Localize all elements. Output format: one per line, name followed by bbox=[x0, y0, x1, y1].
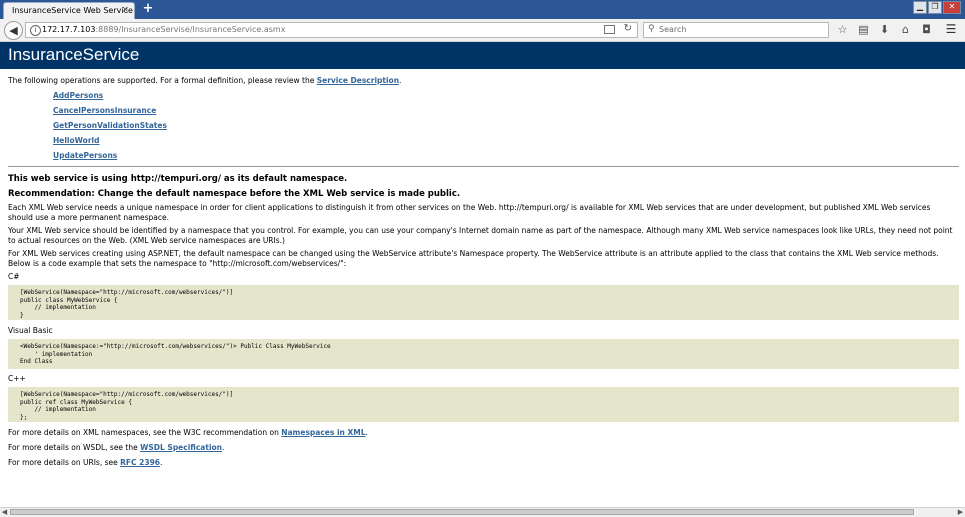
vb-code-block: <WebService(Namespace:="http://microsoft… bbox=[8, 339, 959, 369]
home-icon[interactable]: ⌂ bbox=[898, 22, 913, 37]
url-text: 172.17.7.103:8889/InsuranceServise/Insur… bbox=[42, 25, 285, 34]
operation-link-addpersons[interactable]: AddPersons bbox=[53, 91, 167, 106]
csharp-label: C# bbox=[8, 272, 20, 281]
close-tab-icon[interactable]: × bbox=[121, 5, 129, 15]
more-xml-prefix: For more details on XML namespaces, see … bbox=[8, 428, 282, 437]
more-uri-text: For more details on URIs, see RFC 2396. bbox=[8, 458, 162, 468]
tab-title: InsuranceService Web Service bbox=[12, 6, 133, 15]
back-arrow-icon: ◀ bbox=[9, 24, 18, 37]
page-header: InsuranceService bbox=[0, 42, 965, 69]
more-xml-period: . bbox=[365, 428, 368, 437]
intro-prefix: The following operations are supported. … bbox=[8, 76, 317, 85]
site-info-icon[interactable]: i bbox=[30, 25, 41, 36]
operation-link-helloworld[interactable]: HelloWorld bbox=[53, 136, 167, 151]
scroll-left-arrow-icon[interactable]: ◀ bbox=[0, 508, 9, 517]
cpp-code-block: [WebService(Namespace="http://microsoft.… bbox=[8, 387, 959, 422]
page-content: InsuranceService The following operation… bbox=[0, 42, 965, 507]
scrollbar-thumb[interactable] bbox=[10, 509, 914, 515]
url-path: :8889/InsuranceServise/InsuranceService.… bbox=[95, 25, 286, 34]
reload-icon[interactable]: ↻ bbox=[624, 23, 632, 34]
more-xml-text: For more details on XML namespaces, see … bbox=[8, 428, 368, 438]
download-icon[interactable]: ⬇ bbox=[877, 22, 892, 37]
more-wsdl-period: . bbox=[222, 443, 225, 452]
more-uri-prefix: For more details on URIs, see bbox=[8, 458, 121, 467]
operation-link-cancelpersonsinsurance[interactable]: CancelPersonsInsurance bbox=[53, 106, 167, 121]
window-controls: ▁ ❐ ✕ bbox=[913, 1, 961, 14]
rfc-2396-link[interactable]: RFC 2396 bbox=[120, 458, 160, 467]
url-host: 172.17.7.103 bbox=[42, 25, 96, 34]
more-wsdl-prefix: For more details on WSDL, see the bbox=[8, 443, 141, 452]
search-icon: ⚲ bbox=[648, 24, 655, 34]
namespaces-in-xml-link[interactable]: Namespaces in XML bbox=[281, 428, 365, 437]
namespace-paragraph-1: Each XML Web service needs a unique name… bbox=[8, 203, 931, 222]
close-window-button[interactable]: ✕ bbox=[943, 1, 961, 14]
bookmark-star-icon[interactable]: ☆ bbox=[835, 22, 850, 37]
search-box[interactable]: ⚲ Search bbox=[643, 22, 829, 38]
service-description-link[interactable]: Service Description bbox=[317, 76, 399, 85]
intro-suffix: . bbox=[399, 76, 402, 85]
toolbar-icons: ☆ ▤ ⬇ ⌂ ◘ bbox=[835, 22, 934, 37]
namespace-notice: This web service is using http://tempuri… bbox=[8, 174, 348, 184]
csharp-code-block: [WebService(Namespace="http://microsoft.… bbox=[8, 285, 959, 320]
recommendation-text: Recommendation: Change the default names… bbox=[8, 189, 461, 199]
wsdl-specification-link[interactable]: WSDL Specification bbox=[140, 443, 222, 452]
namespace-paragraph-3: For XML Web services creating using ASP.… bbox=[8, 249, 939, 268]
intro-text: The following operations are supported. … bbox=[8, 76, 401, 86]
search-placeholder: Search bbox=[659, 25, 687, 34]
cpp-label: C++ bbox=[8, 374, 26, 383]
operations-list: AddPersons CancelPersonsInsurance GetPer… bbox=[53, 91, 167, 166]
pocket-icon[interactable]: ◘ bbox=[919, 22, 934, 37]
page-title: InsuranceService bbox=[8, 45, 140, 64]
operation-link-updatepersons[interactable]: UpdatePersons bbox=[53, 151, 167, 166]
horizontal-scrollbar[interactable]: ◀ ▶ bbox=[0, 507, 965, 517]
vb-label: Visual Basic bbox=[8, 326, 53, 335]
address-bar[interactable]: i 172.17.7.103:8889/InsuranceServise/Ins… bbox=[25, 22, 638, 38]
more-wsdl-text: For more details on WSDL, see the WSDL S… bbox=[8, 443, 224, 453]
divider bbox=[8, 166, 959, 167]
bookmarks-list-icon[interactable]: ▤ bbox=[856, 22, 871, 37]
scroll-right-arrow-icon[interactable]: ▶ bbox=[956, 508, 965, 517]
title-bar: InsuranceService Web Service × + ▁ ❐ ✕ bbox=[0, 0, 965, 19]
new-tab-button[interactable]: + bbox=[141, 2, 155, 16]
hamburger-menu-icon[interactable]: ☰ bbox=[944, 22, 958, 37]
minimize-button[interactable]: ▁ bbox=[913, 1, 927, 14]
operation-link-getpersonvalidationstates[interactable]: GetPersonValidationStates bbox=[53, 121, 167, 136]
restore-button[interactable]: ❐ bbox=[928, 1, 942, 14]
navigation-toolbar: ◀ i 172.17.7.103:8889/InsuranceServise/I… bbox=[0, 19, 965, 42]
namespace-paragraph-2: Your XML Web service should be identifie… bbox=[8, 226, 953, 245]
reader-view-icon[interactable] bbox=[604, 25, 615, 34]
browser-tab[interactable]: InsuranceService Web Service × bbox=[3, 2, 135, 19]
more-uri-period: . bbox=[160, 458, 163, 467]
back-button[interactable]: ◀ bbox=[4, 21, 23, 40]
